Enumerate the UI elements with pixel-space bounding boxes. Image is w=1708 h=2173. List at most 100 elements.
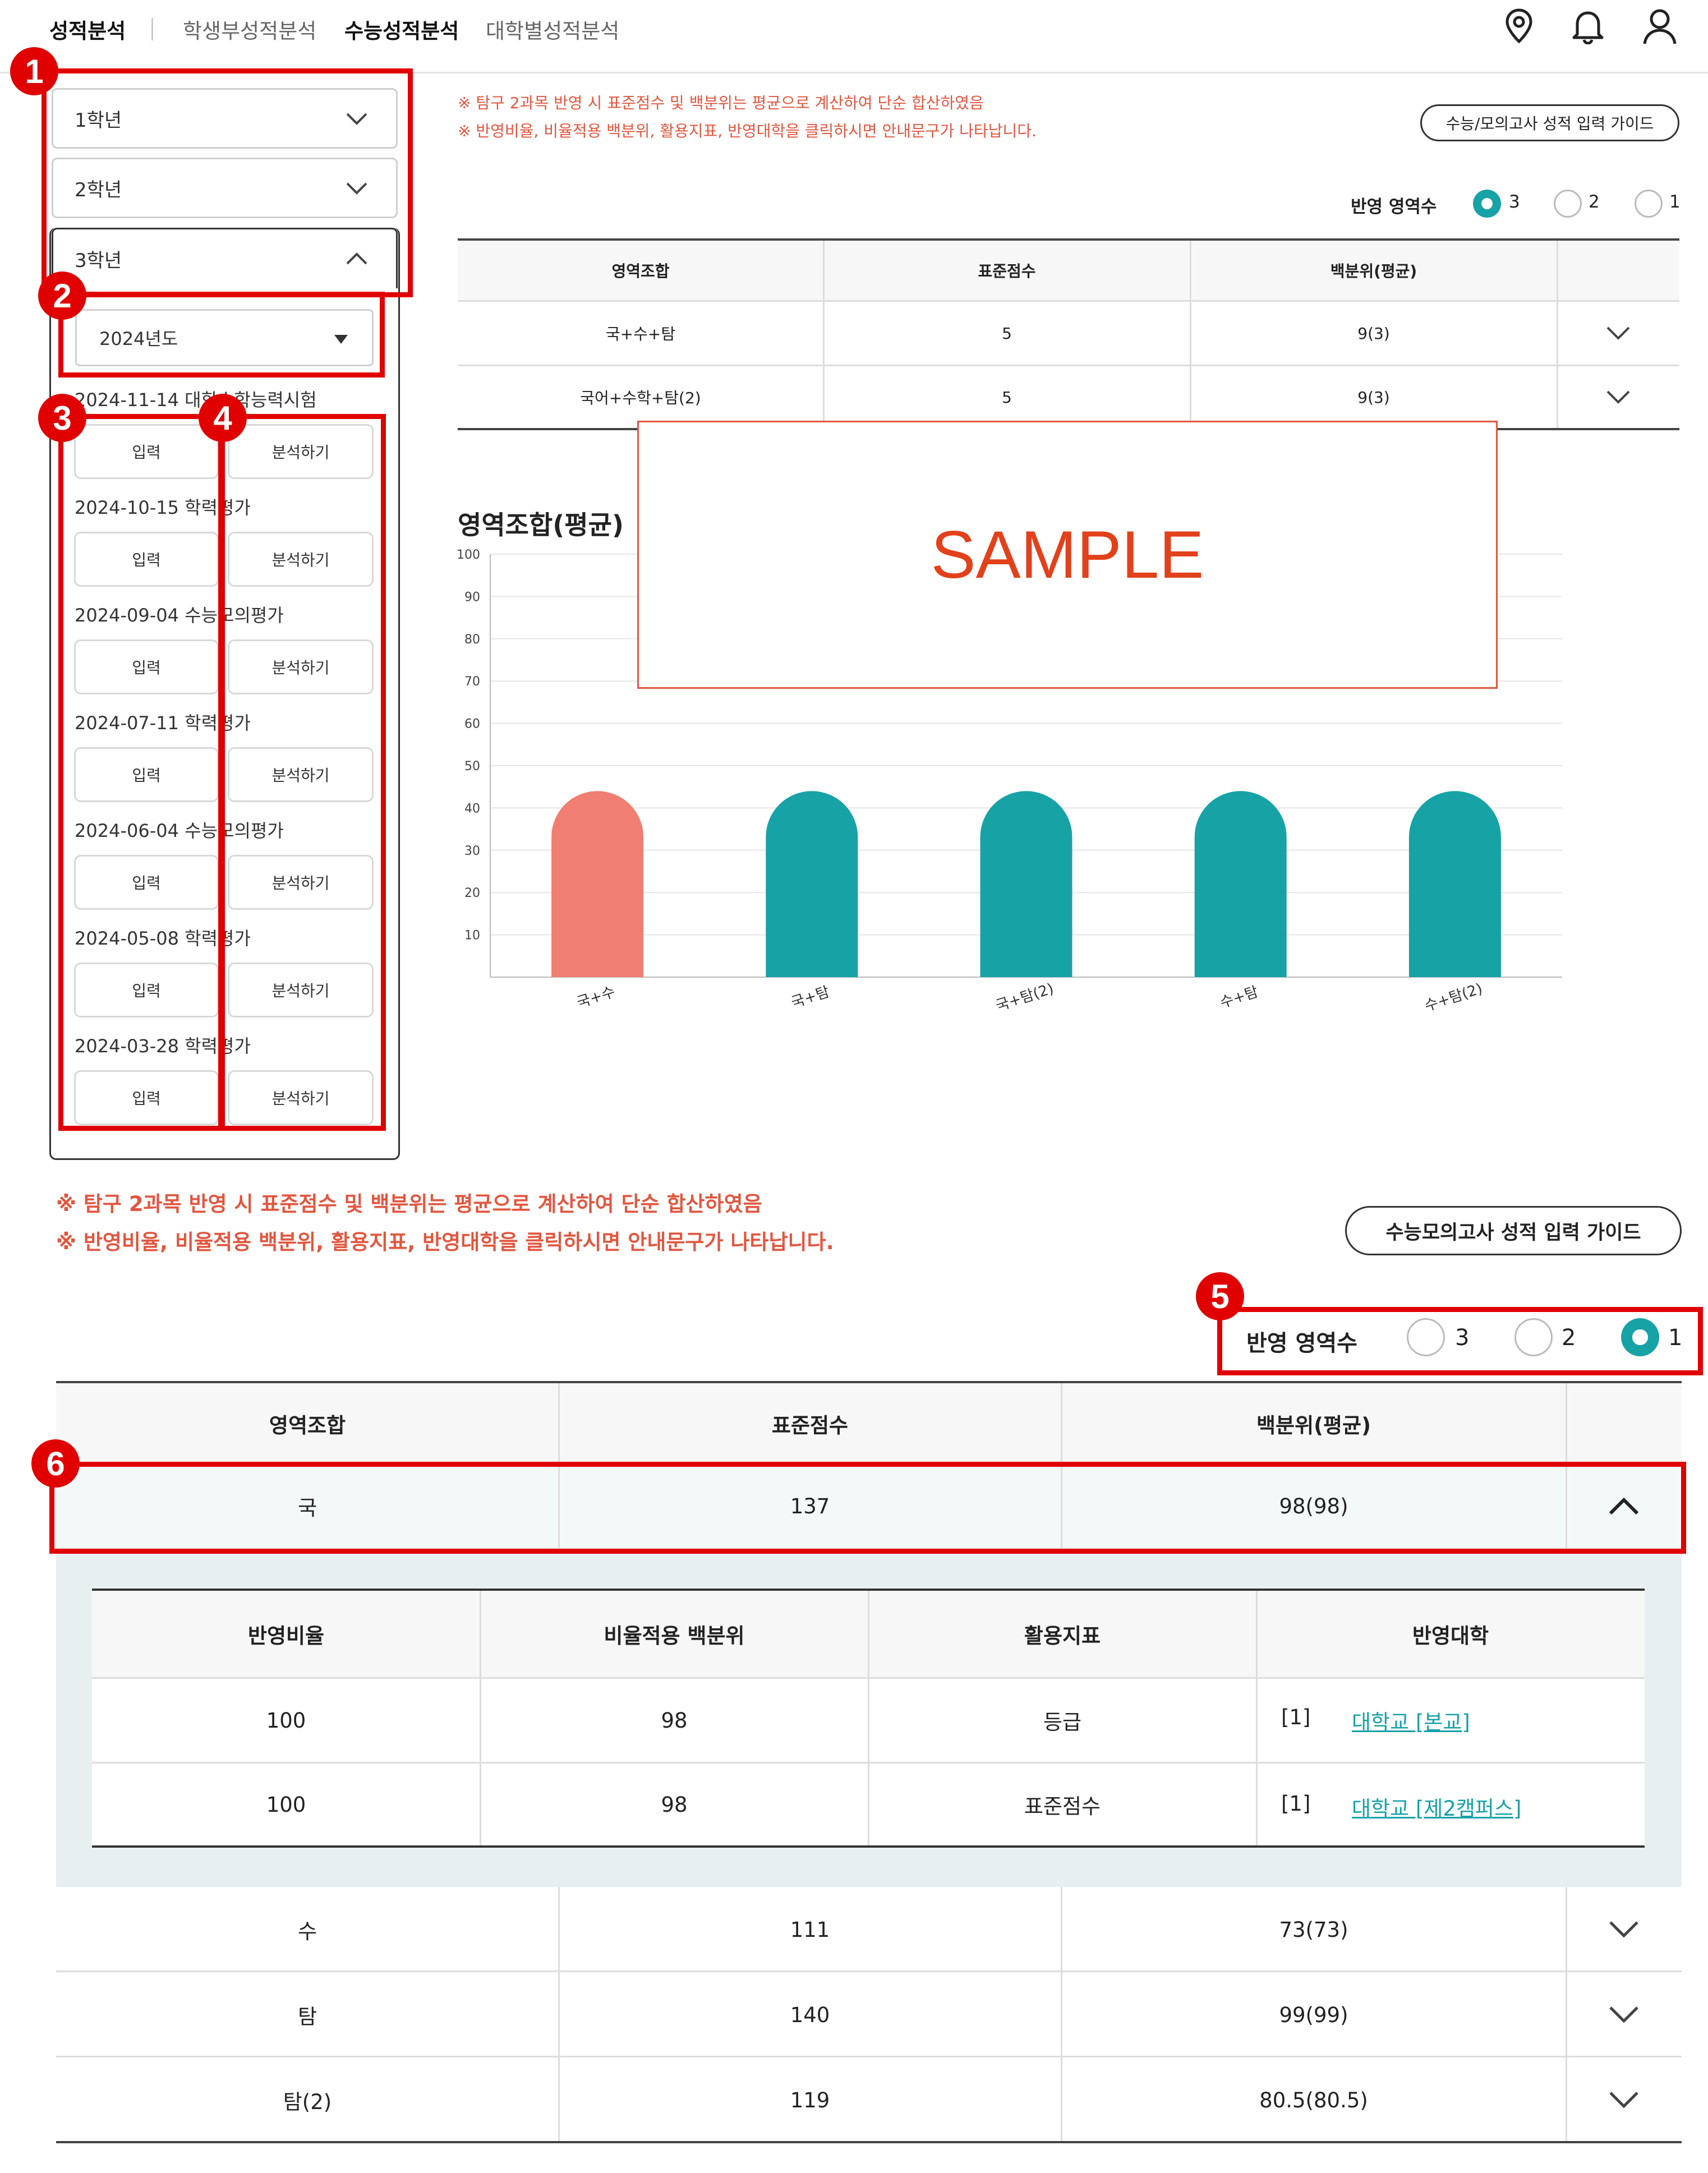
highlight-expanded-row <box>49 1462 1686 1554</box>
detail-pct[interactable]: 98 <box>480 1679 868 1762</box>
col-divider <box>1061 1383 1062 1464</box>
badge-1: 1 <box>10 47 58 95</box>
chevron-down-icon <box>1609 2092 1638 2108</box>
row-pct: 73(73) <box>1279 1917 1348 1942</box>
radio-count-2[interactable] <box>1554 190 1582 218</box>
bar <box>766 791 858 977</box>
row-pct: 9(3) <box>1357 324 1390 343</box>
badge-2: 2 <box>38 271 86 320</box>
row-combo: 국+수+탐 <box>605 325 676 343</box>
badge-3: 3 <box>38 394 86 442</box>
detail-univ-link[interactable]: 대학교 [본교] <box>1352 1705 1470 1735</box>
detail-univ-prefix: [1] <box>1281 1792 1311 1816</box>
col-divider <box>868 1591 869 1845</box>
col-divider <box>1557 241 1558 428</box>
count-label: 반영 영역수 <box>1351 197 1437 217</box>
header-combo: 영역조합 <box>611 262 670 280</box>
row-pct: 9(3) <box>1357 388 1390 407</box>
x-tick-label: 국+수 <box>575 983 618 1011</box>
bar <box>551 791 644 977</box>
highlight-grade-selector <box>42 68 413 297</box>
nav-university-analysis[interactable]: 대학별성적분석 <box>486 0 619 58</box>
detail-ratio[interactable]: 100 <box>92 1764 480 1845</box>
notice-text: ※ 반영비율, 비율적용 백분위, 활용지표, 반영대학을 클릭하시면 안내문구… <box>458 122 1037 140</box>
row-expand-toggle[interactable] <box>1566 2057 1682 2143</box>
y-tick-label: 50 <box>464 759 480 774</box>
col-divider <box>823 241 825 428</box>
row-expand-toggle[interactable] <box>1557 302 1679 365</box>
row-std: 140 <box>790 2002 830 2027</box>
detail-ratio[interactable]: 100 <box>92 1679 480 1762</box>
detail-univ-prefix: [1] <box>1281 1705 1311 1729</box>
nav-school-record-analysis[interactable]: 학생부성적분석 <box>183 0 316 58</box>
chevron-down-icon <box>1609 1921 1638 1938</box>
detail-header: 비율적용 백분위 <box>604 1624 745 1648</box>
col-divider <box>558 1887 560 1972</box>
sample-watermark: SAMPLE <box>637 421 1498 689</box>
y-tick-label: 90 <box>464 590 480 604</box>
detail-pct[interactable]: 98 <box>480 1764 868 1845</box>
radio-count-1[interactable] <box>1635 190 1663 218</box>
row-expand-toggle[interactable] <box>1566 1887 1682 1972</box>
detail-header: 반영대학 <box>1412 1624 1489 1648</box>
x-tick-label: 수+탐(2) <box>1422 980 1485 1015</box>
table-bottom-border <box>56 2141 1682 2143</box>
header-pct: 백분위(평균) <box>1256 1414 1371 1438</box>
guide-button[interactable]: 수능/모의고사 성적 입력 가이드 <box>1420 104 1679 141</box>
nav-divider <box>151 18 153 40</box>
notice-text: ※ 탐구 2과목 반영 시 표준점수 및 백분위는 평균으로 계산하여 단순 합… <box>458 94 984 112</box>
row-combo: 탐 <box>297 2005 317 2029</box>
row-pct: 80.5(80.5) <box>1259 2088 1368 2112</box>
radio-count-3[interactable] <box>1473 190 1501 218</box>
y-tick-label: 70 <box>464 675 480 689</box>
col-divider <box>558 1383 560 1464</box>
badge-6: 6 <box>31 1439 80 1488</box>
location-pin-icon[interactable] <box>1501 8 1537 44</box>
col-divider <box>480 1591 481 1845</box>
highlight-year-select <box>58 292 385 377</box>
radio-label: 2 <box>1589 192 1600 212</box>
detail-univ-link[interactable]: 대학교 [제2캠퍼스] <box>1352 1792 1521 1822</box>
row-combo: 국어+수학+탐(2) <box>580 389 701 407</box>
nav-csat-analysis[interactable]: 수능성적분석 <box>344 0 459 58</box>
y-tick-label: 100 <box>457 548 480 562</box>
detail-index[interactable]: 등급 <box>868 1679 1256 1762</box>
header-pct: 백분위(평균) <box>1330 262 1417 280</box>
row-std: 5 <box>1002 324 1012 343</box>
header-std: 표준점수 <box>978 262 1036 280</box>
x-tick-label: 수+탐 <box>1218 983 1260 1011</box>
notice-text: ※ 반영비율, 비율적용 백분위, 활용지표, 반영대학을 클릭하시면 안내문구… <box>56 1230 834 1254</box>
header-std: 표준점수 <box>771 1414 849 1438</box>
notice-text: ※ 탐구 2과목 반영 시 표준점수 및 백분위는 평균으로 계산하여 단순 합… <box>56 1192 762 1216</box>
col-divider <box>558 1972 560 2057</box>
y-tick-label: 30 <box>464 844 480 858</box>
user-icon[interactable] <box>1640 7 1679 46</box>
bell-icon[interactable] <box>1569 8 1606 45</box>
nav-score-analysis[interactable]: 성적분석 <box>49 0 126 58</box>
y-tick-label: 60 <box>464 717 480 731</box>
col-divider <box>558 2057 560 2143</box>
exam-label: 2024-11-14 대학수학능력시험 <box>75 389 317 411</box>
row-combo: 탐(2) <box>283 2090 332 2114</box>
bar <box>1408 791 1501 977</box>
detail-index[interactable]: 표준점수 <box>868 1764 1256 1845</box>
chevron-down-icon <box>1606 390 1630 404</box>
header-combo: 영역조합 <box>269 1414 346 1438</box>
col-divider <box>1061 1887 1062 1972</box>
y-tick-label: 10 <box>464 929 480 943</box>
detail-bottom-border <box>92 1845 1645 1848</box>
row-std: 119 <box>790 2088 830 2112</box>
col-divider <box>1256 1591 1258 1845</box>
col-divider <box>1566 2057 1567 2143</box>
radio-label: 3 <box>1509 192 1520 212</box>
col-divider <box>1566 1383 1567 1464</box>
highlight-input-buttons <box>58 414 223 1131</box>
row-pct: 99(99) <box>1279 2002 1348 2027</box>
row-expand-toggle[interactable] <box>1557 366 1679 428</box>
row-std: 5 <box>1002 388 1012 407</box>
row-std: 111 <box>790 1917 830 1942</box>
x-tick-label: 국+탐(2) <box>994 980 1056 1015</box>
guide-button[interactable]: 수능모의고사 성적 입력 가이드 <box>1345 1206 1682 1255</box>
y-tick-label: 20 <box>464 886 480 900</box>
row-expand-toggle[interactable] <box>1566 1972 1682 2057</box>
